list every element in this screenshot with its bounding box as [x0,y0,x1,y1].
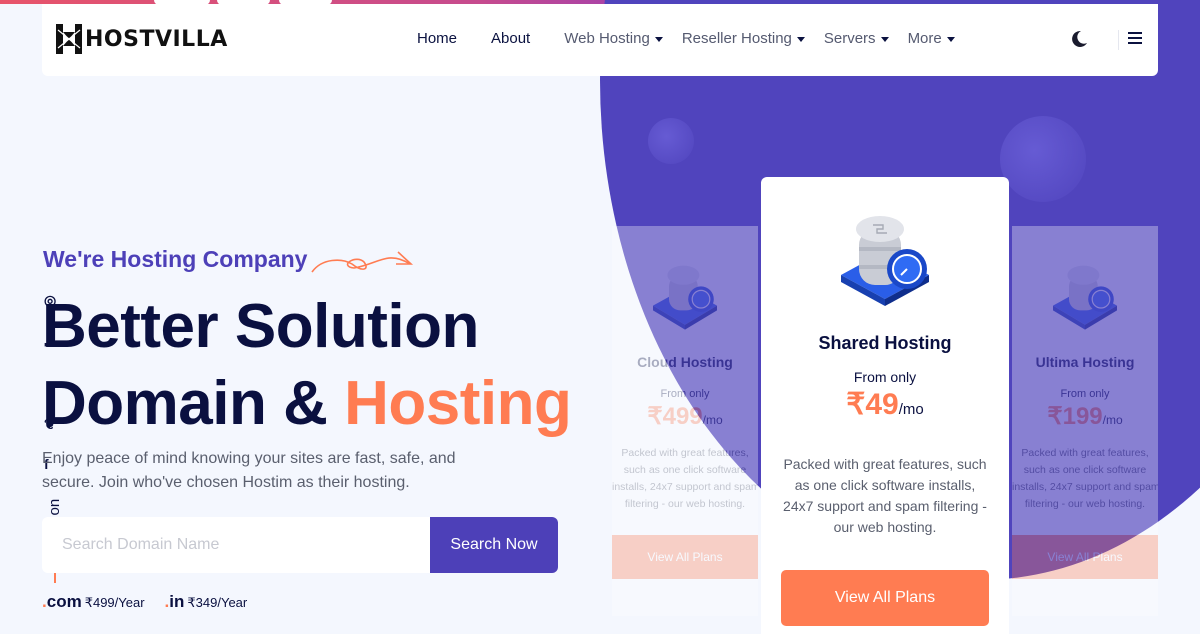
nav-home[interactable]: Home [417,30,457,47]
view-all-plans-button[interactable]: View All Plans [1012,535,1158,579]
plan-card-ultima: Ultima Hosting From only ₹199/mo Packed … [1012,226,1158,616]
moon-icon[interactable] [1070,30,1088,48]
view-all-plans-button[interactable]: View All Plans [781,570,989,626]
logo-mark-icon [56,24,82,54]
nav-servers[interactable]: Servers [824,30,889,47]
tld-price: ₹499/Year [84,595,145,610]
plan-title: Ultima Hosting [1035,354,1135,370]
hamburger-icon[interactable] [1128,32,1142,44]
caret-down-icon [946,37,955,42]
plan-description: Packed with great features, such as one c… [1012,447,1158,510]
plan-price-value: ₹199 [1047,403,1103,430]
server-cloud-icon [841,216,929,306]
decorative-orb [648,118,694,164]
nav-divider [1118,30,1119,50]
hero-tagline: We're Hosting Company [43,246,308,272]
headline-accent: Hosting [344,369,572,438]
nav-label: Servers [823,30,876,47]
nav-reseller-hosting[interactable]: Reseller Hosting [682,30,805,47]
nav-label: Web Hosting [564,30,650,47]
nav-label: Reseller Hosting [681,30,792,47]
plan-from-label: From only [660,388,710,400]
hero-description: Enjoy peace of mind knowing your sites a… [42,450,456,491]
tld-ext: in [169,592,185,611]
plan-price-period: /mo [898,401,924,418]
swoosh-arrow-icon [311,251,414,273]
nav-more[interactable]: More [908,30,955,47]
plan-price: ₹499/mo [612,402,758,431]
tld-prices: . com ₹499/Year . in ₹349/Year [42,592,267,612]
headline-line-1: Better Solution [42,292,479,361]
nav-label: More [907,30,942,47]
tld-in: . in ₹349/Year [165,592,248,612]
plan-description: Packed with great features, such as one … [783,456,987,535]
caret-down-icon [654,37,663,42]
main-nav: Home About Web Hosting Reseller Hosting … [417,30,974,47]
plan-price: ₹49/mo [761,387,1009,422]
search-now-button[interactable]: Search Now [430,517,558,573]
nav-about[interactable]: About [491,30,530,47]
domain-search-input[interactable] [62,517,422,573]
logo[interactable]: HOSTVILLA [56,24,228,54]
brand-name: HOSTVILLA [85,26,228,52]
plan-price: ₹199/mo [1012,402,1158,431]
server-cloud-icon [653,265,717,330]
nav-label: Home [417,30,458,47]
nav-web-hosting[interactable]: Web Hosting [564,30,663,47]
headline-line-2: Domain & Hosting [42,365,572,442]
plan-title: Cloud Hosting [637,354,733,370]
tld-price: ₹349/Year [187,595,248,610]
server-cloud-icon [1053,265,1117,330]
domain-search-form: Search Now [42,517,558,573]
plan-title: Shared Hosting [818,333,952,353]
plan-from-label: From only [1060,388,1110,400]
plan-from-label: From only [853,369,917,385]
plan-price-value: ₹499 [647,403,703,430]
hero-headline: Better Solution Domain & Hosting [42,288,572,442]
plan-card-cloud: Cloud Hosting From only ₹499/mo Packed w… [612,226,758,616]
nav-label: About [491,30,531,47]
tld-ext: com [46,592,82,611]
decorative-orb [1000,116,1086,202]
tld-com: . com ₹499/Year [42,592,145,612]
plan-card-shared: Shared Hosting From only ₹49/mo Packed w… [761,177,1009,634]
plan-price-value: ₹49 [846,388,899,421]
view-all-plans-button[interactable]: View All Plans [612,535,758,579]
caret-down-icon [880,37,889,42]
navbar: HOSTVILLA Home About Web Hosting Reselle… [42,4,1158,76]
headline-prefix: Domain & [42,369,345,438]
plan-price-period: /mo [702,413,723,427]
caret-down-icon [796,37,805,42]
plan-description: Packed with great features, such as one c… [612,447,758,510]
plan-price-period: /mo [1102,413,1123,427]
